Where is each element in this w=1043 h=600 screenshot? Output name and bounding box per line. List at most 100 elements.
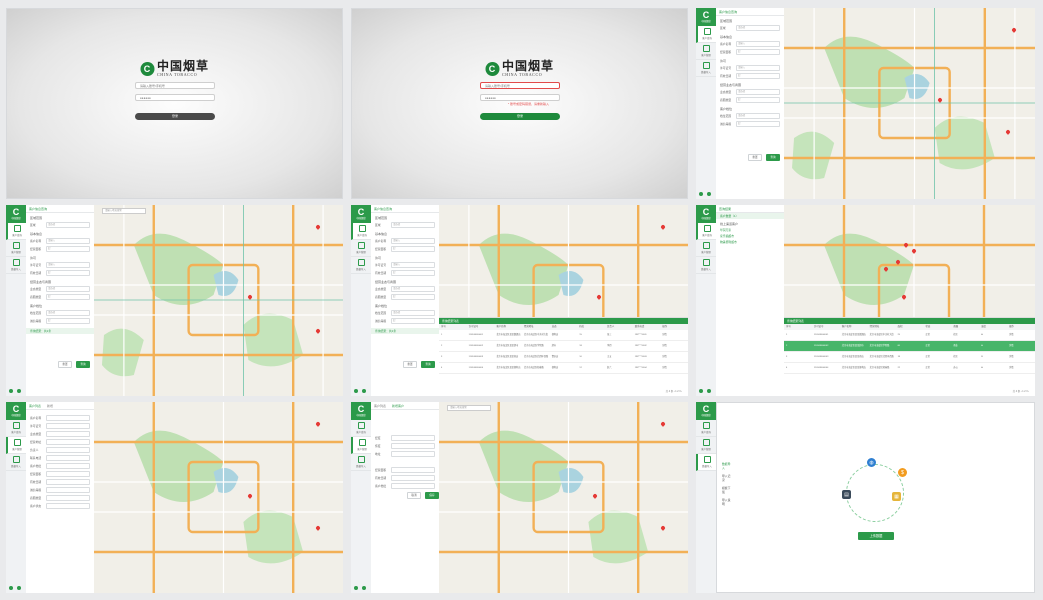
settings-icon[interactable]	[354, 389, 358, 393]
form-field[interactable]	[46, 431, 90, 437]
pagination[interactable]: 共 4 条 ‹ 1 2 3 ›	[666, 389, 682, 393]
logout-icon[interactable]	[362, 586, 366, 590]
rail-item-query[interactable]: 客户查询	[351, 420, 371, 437]
table-row[interactable]: 4 110108000004 北京市海淀区某某便利店 北京市海淀区知春路 便利店 12 赵六…	[439, 363, 688, 374]
logout-icon[interactable]	[707, 389, 711, 393]
checkbox-item[interactable]: 物美便利超市	[716, 239, 784, 245]
grade-select[interactable]: 请选择	[46, 310, 90, 316]
form-field[interactable]	[46, 439, 90, 445]
pagination[interactable]: 共 4 条 ‹ 1 2 3 ›	[1013, 389, 1029, 393]
rail-item-manage[interactable]: 客户管理	[696, 43, 716, 60]
tab-customer-list[interactable]: 客户列表	[29, 404, 41, 408]
area-input[interactable]: 起	[391, 246, 435, 252]
license-input[interactable]: 请输入	[46, 262, 90, 268]
customer-name-input[interactable]: 请输入	[736, 41, 780, 47]
reset-button[interactable]: 重置	[748, 154, 762, 161]
region-select[interactable]: 请选择	[736, 25, 780, 31]
tab-query[interactable]: 客户信息查询	[374, 207, 392, 211]
tab-result[interactable]: 查询结果	[719, 207, 731, 211]
customer-name-input[interactable]: 请输入	[46, 238, 90, 244]
district-select[interactable]: 起	[391, 294, 435, 300]
tab-add-customer[interactable]: 新增客户	[392, 404, 404, 408]
rail-item-query[interactable]: 客户查询	[6, 223, 26, 240]
rail-item-query[interactable]: 客户查询	[696, 26, 716, 43]
rail-item-import[interactable]: 数据导入	[696, 454, 716, 471]
rail-item-query[interactable]: 客户查询	[351, 223, 371, 240]
rail-item-import[interactable]: 数据导入	[351, 454, 371, 471]
password-input[interactable]: ●●●●●●	[480, 94, 560, 101]
table-row-selected[interactable]: 2 110108000002 北京市海淀区某某超市 北京市海淀区学院路 60 正常 商业 A 详…	[784, 341, 1035, 352]
table-row[interactable]: 3 110108000003 北京市海淀区某某商店 北京市海淀区北四环西路 食杂店 10 王…	[439, 352, 688, 363]
credit-select[interactable]: 起	[46, 318, 90, 324]
rail-item-import[interactable]: 数据导入	[696, 60, 716, 77]
date-input[interactable]	[391, 475, 435, 481]
submenu-item[interactable]: 模板下载	[716, 484, 738, 496]
table-row[interactable]: 3 110108000003 北京市海淀区某某商店 北京市海淀区北四环西路 18 正常 社区…	[784, 352, 1035, 363]
rail-item-import[interactable]: 数据导入	[696, 257, 716, 274]
date-input[interactable]: 起	[736, 73, 780, 79]
longitude-input[interactable]	[391, 435, 435, 441]
rail-item-manage[interactable]: 客户管理	[696, 240, 716, 257]
submenu-item[interactable]: 导入记录	[716, 472, 738, 484]
upload-data-button[interactable]: 上传数据	[858, 532, 894, 540]
form-field[interactable]	[46, 495, 90, 501]
logout-icon[interactable]	[362, 389, 366, 393]
date-input[interactable]: 起	[391, 270, 435, 276]
date-input[interactable]: 起	[46, 270, 90, 276]
rail-item-manage[interactable]: 客户管理	[6, 240, 26, 257]
settings-icon[interactable]	[354, 586, 358, 590]
login-button[interactable]: 登录	[480, 113, 560, 120]
map-search-input[interactable]: 请输入地址搜索	[102, 208, 146, 214]
form-field[interactable]	[46, 463, 90, 469]
form-field[interactable]	[46, 447, 90, 453]
form-field[interactable]	[46, 487, 90, 493]
district-select[interactable]: 起	[46, 294, 90, 300]
rail-item-import[interactable]: 数据导入	[6, 454, 26, 471]
map-search-input[interactable]: 请输入地址搜索	[447, 405, 491, 411]
region-select[interactable]: 请选择	[391, 222, 435, 228]
credit-select[interactable]: 起	[736, 121, 780, 127]
form-field[interactable]	[46, 503, 90, 509]
settings-icon[interactable]	[9, 389, 13, 393]
reset-button[interactable]: 重置	[403, 361, 417, 368]
settings-icon[interactable]	[699, 192, 703, 196]
submenu-item[interactable]: 数据导入	[716, 460, 738, 472]
logout-icon[interactable]	[707, 192, 711, 196]
table-row[interactable]: 1 110108000001 北京市海淀区某某烟酒店 北京市海淀区中关村大街 便利店 15…	[439, 330, 688, 341]
result-count-tag[interactable]: 查询结果：共1条	[371, 328, 439, 334]
rail-item-query[interactable]: 客户查询	[696, 420, 716, 437]
license-input[interactable]: 请输入	[736, 65, 780, 71]
username-input[interactable]: 请输入账号/手机号	[480, 82, 560, 89]
table-row[interactable]: 2 110108000002 北京市海淀区某某超市 北京市海淀区学院路 超市 18 李四 13…	[439, 341, 688, 352]
settings-icon[interactable]	[9, 586, 13, 590]
settings-icon[interactable]	[699, 389, 703, 393]
result-count-tag[interactable]: 查询结果：共1条	[26, 328, 94, 334]
license-input[interactable]: 请输入	[391, 262, 435, 268]
table-row[interactable]: 1 110108000001 北京市海淀区某某烟酒店 北京市海淀区中关村大街 25 正常社…	[784, 330, 1035, 341]
form-field[interactable]	[46, 479, 90, 485]
map-view[interactable]: 请输入地址搜索	[94, 205, 343, 396]
rail-item-manage[interactable]: 客户管理	[696, 437, 716, 454]
map-view[interactable]	[94, 402, 343, 593]
save-button[interactable]: 保存	[425, 492, 439, 499]
username-input[interactable]: 请输入账号/手机号	[135, 82, 215, 89]
map-view[interactable]	[784, 8, 1035, 199]
rail-item-manage[interactable]: 客户管理	[6, 437, 26, 454]
rail-item-import[interactable]: 数据导入	[351, 257, 371, 274]
region-select[interactable]: 请选择	[46, 222, 90, 228]
search-button[interactable]: 查询	[421, 361, 435, 368]
form-field[interactable]	[46, 455, 90, 461]
submenu-item[interactable]: 导入说明	[716, 496, 738, 508]
form-field[interactable]	[46, 415, 90, 421]
rail-item-manage[interactable]: 客户管理	[351, 240, 371, 257]
format-select[interactable]: 请选择	[391, 286, 435, 292]
rail-item-query[interactable]: 客户查询	[6, 420, 26, 437]
tab-customer-list[interactable]: 客户列表	[374, 404, 386, 408]
form-field[interactable]	[46, 471, 90, 477]
rail-item-query[interactable]: 客户查询	[696, 223, 716, 240]
format-select[interactable]: 请选择	[46, 286, 90, 292]
grade-select[interactable]: 请选择	[736, 113, 780, 119]
password-input[interactable]: ●●●●●●	[135, 94, 215, 101]
area-input[interactable]	[391, 467, 435, 473]
grade-select[interactable]	[391, 483, 435, 489]
